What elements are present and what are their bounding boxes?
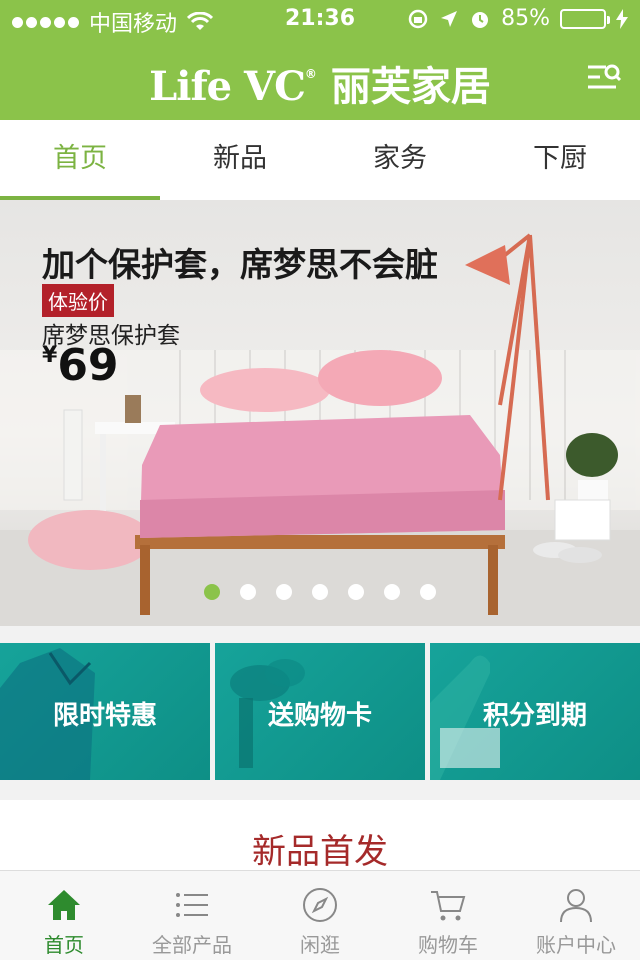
tab-new[interactable]: 新品 xyxy=(160,120,320,200)
banner-price: ¥69 xyxy=(42,340,119,391)
carousel-dot[interactable] xyxy=(420,584,436,600)
search-menu-icon[interactable] xyxy=(586,60,622,96)
status-bar: 中国移动 21:36 85% xyxy=(0,0,640,40)
bottom-tab-label: 闲逛 xyxy=(300,933,340,957)
currency-symbol: ¥ xyxy=(42,343,58,368)
section-title: 新品首发 xyxy=(252,832,388,872)
price-tag-badge: 体验价 xyxy=(42,284,114,317)
promo-label: 积分到期 xyxy=(482,701,587,731)
bottom-tab-browse[interactable]: 闲逛 xyxy=(256,871,384,960)
alarm-icon xyxy=(472,11,489,28)
compass-icon xyxy=(303,888,337,922)
carousel-dot[interactable] xyxy=(384,584,400,600)
location-icon xyxy=(441,10,458,27)
promo-flash-sale[interactable]: 限时特惠 xyxy=(0,643,210,780)
carousel-dot[interactable] xyxy=(312,584,328,600)
status-right: 85% xyxy=(407,6,628,31)
new-arrivals-section: 新品首发 xyxy=(0,800,640,872)
carousel-dot[interactable] xyxy=(348,584,364,600)
carousel-dot[interactable] xyxy=(204,584,220,600)
charging-icon xyxy=(616,8,628,29)
top-bar: 中国移动 21:36 85% Life VC® 丽芙家居 xyxy=(0,0,640,120)
user-icon xyxy=(560,889,592,923)
tab-kitchen[interactable]: 下厨 xyxy=(480,120,640,200)
battery-icon xyxy=(560,8,610,29)
promo-label: 送购物卡 xyxy=(267,701,372,731)
bottom-tab-account[interactable]: 账户中心 xyxy=(512,871,640,960)
brand-name-cn: 丽芙家居 xyxy=(330,64,491,110)
promo-label: 限时特惠 xyxy=(52,701,157,731)
list-icon xyxy=(176,893,208,917)
tab-housework[interactable]: 家务 xyxy=(320,120,480,200)
category-tabs: 首页 新品 家务 下厨 xyxy=(0,120,640,200)
bottom-tab-cart[interactable]: 购物车 xyxy=(384,871,512,960)
promo-gift-card[interactable]: 送购物卡 xyxy=(215,643,425,780)
bottom-tab-label: 购物车 xyxy=(418,933,478,957)
bottom-tab-label: 全部产品 xyxy=(152,933,232,957)
battery-percent: 85% xyxy=(501,6,550,31)
carousel-dot[interactable] xyxy=(240,584,256,600)
cart-icon xyxy=(431,891,466,921)
promo-tiles: 限时特惠 送购物卡 积分到期 xyxy=(0,643,640,780)
home-icon xyxy=(48,890,80,920)
bottom-tab-label: 账户中心 xyxy=(536,933,616,957)
rotation-lock-icon xyxy=(408,9,428,28)
registered-mark: ® xyxy=(304,67,317,81)
bottom-tab-label: 首页 xyxy=(44,933,84,957)
brand-name-en: Life VC xyxy=(149,63,306,110)
nav-bar: Life VC® 丽芙家居 xyxy=(0,40,640,120)
bottom-tab-all-products[interactable]: 全部产品 xyxy=(128,871,256,960)
carousel-pager xyxy=(0,584,640,600)
bottom-tab-bar: 首页 全部产品 闲逛 购物车 账户中心 xyxy=(0,870,640,960)
price-value: 69 xyxy=(57,340,119,391)
bottom-tab-home[interactable]: 首页 xyxy=(0,871,128,960)
app-screen: 中国移动 21:36 85% Life VC® 丽芙家居 首页 新品 家务 下厨… xyxy=(0,0,640,960)
banner-headline: 加个保护套，席梦思不会脏 xyxy=(42,245,438,284)
brand-logo[interactable]: Life VC® 丽芙家居 xyxy=(0,54,640,112)
carousel-dot[interactable] xyxy=(276,584,292,600)
promo-points-expiring[interactable]: 积分到期 xyxy=(430,643,640,780)
tab-home[interactable]: 首页 xyxy=(0,120,160,200)
